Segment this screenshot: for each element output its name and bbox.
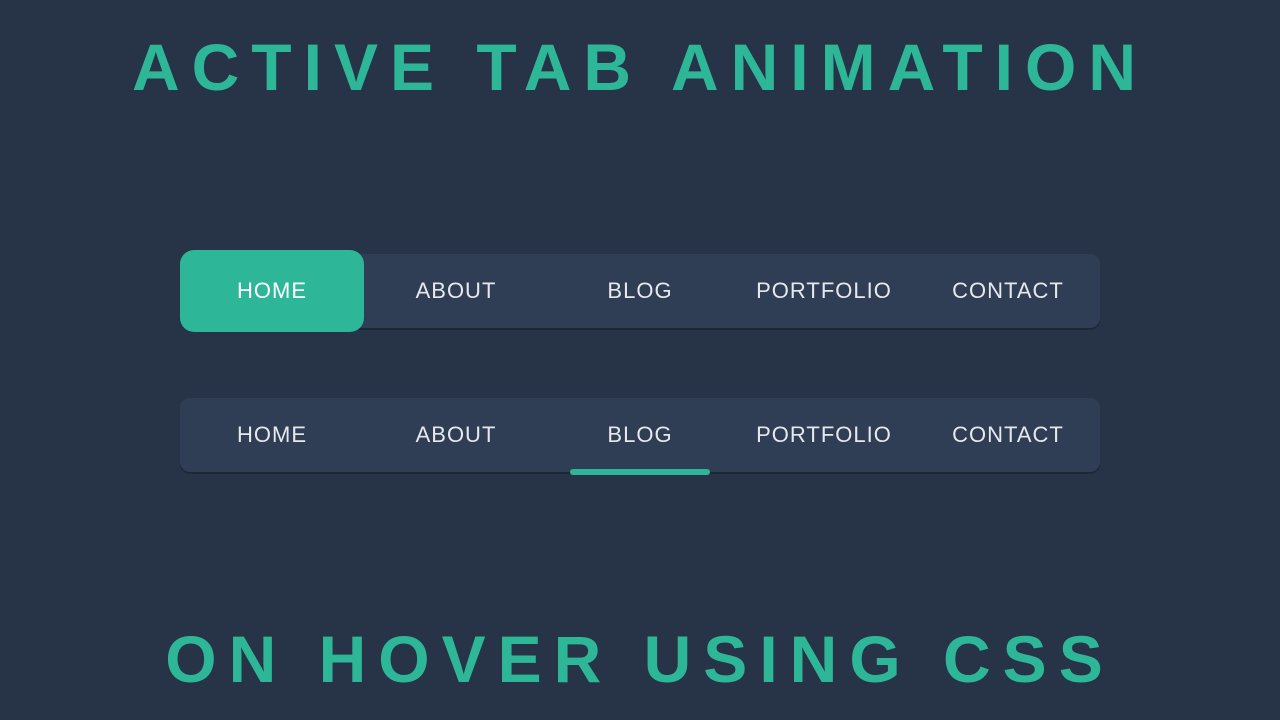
nav-item-label: ABOUT bbox=[416, 422, 497, 448]
nav-item-label: ABOUT bbox=[416, 278, 497, 304]
nav-item-label: PORTFOLIO bbox=[756, 422, 892, 448]
nav-item-home[interactable]: HOME bbox=[180, 398, 364, 472]
page-title-top: ACTIVE TAB ANIMATION bbox=[0, 34, 1280, 100]
nav-item-home[interactable]: HOME bbox=[180, 250, 364, 332]
nav-item-portfolio[interactable]: PORTFOLIO bbox=[732, 398, 916, 472]
nav-item-label: BLOG bbox=[607, 278, 672, 304]
nav-item-label: PORTFOLIO bbox=[756, 278, 892, 304]
nav-item-label: CONTACT bbox=[952, 278, 1064, 304]
nav-item-label: HOME bbox=[237, 278, 307, 304]
nav-item-contact[interactable]: CONTACT bbox=[916, 254, 1100, 328]
nav-item-portfolio[interactable]: PORTFOLIO bbox=[732, 254, 916, 328]
nav-item-about[interactable]: ABOUT bbox=[364, 254, 548, 328]
page-title-bottom: ON HOVER USING CSS bbox=[0, 626, 1280, 692]
nav-item-label: BLOG bbox=[607, 422, 672, 448]
nav-item-about[interactable]: ABOUT bbox=[364, 398, 548, 472]
nav-item-contact[interactable]: CONTACT bbox=[916, 398, 1100, 472]
nav-item-label: CONTACT bbox=[952, 422, 1064, 448]
nav-container: HOME ABOUT BLOG PORTFOLIO CONTACT HOME A… bbox=[180, 254, 1100, 472]
nav-item-blog[interactable]: BLOG bbox=[548, 398, 732, 472]
nav-bar-pill: HOME ABOUT BLOG PORTFOLIO CONTACT bbox=[180, 254, 1100, 328]
nav-bar-underline: HOME ABOUT BLOG PORTFOLIO CONTACT bbox=[180, 398, 1100, 472]
nav-item-label: HOME bbox=[237, 422, 307, 448]
nav-item-blog[interactable]: BLOG bbox=[548, 254, 732, 328]
